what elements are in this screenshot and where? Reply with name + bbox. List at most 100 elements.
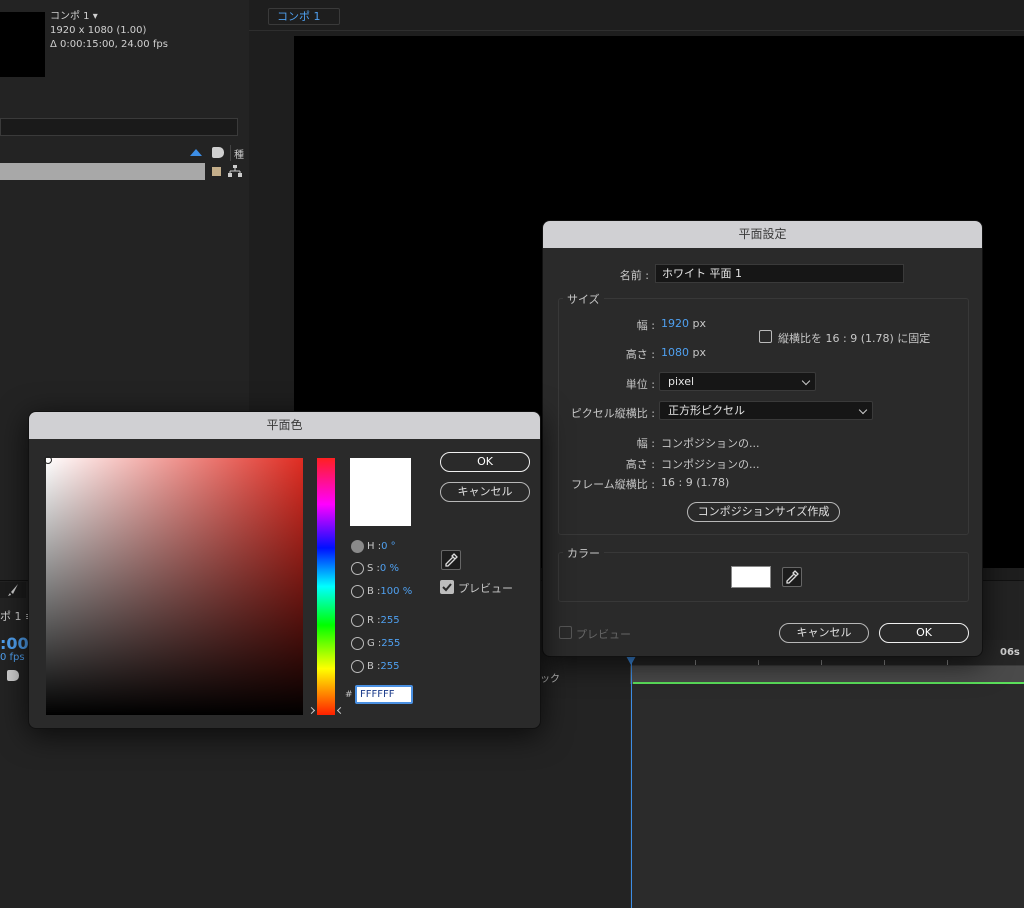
label-color-swatch[interactable]: [212, 167, 221, 176]
name-label: 名前 :: [619, 269, 649, 282]
sort-ascending-icon[interactable]: [190, 149, 202, 156]
comp-duration: Δ 0:00:15:00, 24.00 fps: [50, 39, 168, 50]
preview-label: プレビュー: [458, 582, 513, 595]
width-percent-value: コンポジションの...: [661, 437, 760, 450]
saturation-value[interactable]: 0 %: [380, 563, 399, 574]
eyedropper-button[interactable]: [782, 567, 802, 587]
solid-color-dialog: 平面色 H :0 ° S :0 % B :100 % R :255 G :255…: [28, 411, 541, 729]
cancel-button[interactable]: キャンセル: [440, 482, 530, 502]
preview-label: プレビュー: [576, 628, 631, 641]
eyedropper-icon: [786, 570, 799, 584]
label-tag-icon[interactable]: [212, 147, 224, 158]
hue-slider-left-arrow[interactable]: [307, 706, 316, 715]
hue-radio[interactable]: [351, 540, 364, 553]
brightness-value[interactable]: 100 %: [380, 586, 412, 597]
hex-input[interactable]: FFFFFF: [355, 685, 413, 704]
comp-info: コンポ 1 ▾ 1920 x 1080 (1.00) Δ 0:00:15:00,…: [50, 10, 168, 52]
brightness-label: B :: [367, 586, 381, 597]
pixel-aspect-label: ピクセル縦横比 :: [570, 407, 655, 420]
color-group-title: カラー: [563, 545, 604, 561]
red-radio[interactable]: [351, 614, 364, 627]
ruler-tick: [821, 660, 822, 665]
pixel-aspect-value: 正方形ピクセル: [668, 404, 745, 417]
hue-label: H :: [367, 541, 382, 552]
blue-field: B :255: [367, 661, 400, 672]
dialog-title: 平面色: [29, 412, 540, 439]
flowchart-icon[interactable]: [228, 165, 242, 177]
height-value[interactable]: 1080: [661, 346, 689, 359]
viewer-divider: [249, 30, 1024, 31]
height-percent-label: 高さ :: [625, 458, 655, 471]
timeline-toolbar: [0, 582, 26, 598]
project-search-input[interactable]: [0, 118, 238, 136]
width-unit: px: [692, 317, 707, 330]
red-field: R :255: [367, 615, 400, 626]
ok-button[interactable]: OK: [879, 623, 969, 643]
hue-slider-right-arrow[interactable]: [336, 706, 345, 715]
layer-track-area[interactable]: [630, 684, 1024, 908]
lock-aspect-label: 縦横比を 16 : 9 (1.78) に固定: [778, 332, 931, 345]
blue-label: B :: [367, 661, 381, 672]
solid-name-input[interactable]: ホワイト 平面 1: [655, 264, 904, 283]
size-group-title: サイズ: [563, 291, 604, 307]
units-select[interactable]: pixel: [659, 372, 816, 391]
ruler-tick: [695, 660, 696, 665]
ok-button[interactable]: OK: [440, 452, 530, 472]
red-label: R :: [367, 615, 381, 626]
height-label: 高さ :: [625, 348, 655, 361]
pixel-aspect-select[interactable]: 正方形ピクセル: [659, 401, 873, 420]
comp-name[interactable]: コンポ 1 ▾: [50, 10, 168, 24]
project-item-row-selected[interactable]: [0, 163, 205, 180]
brightness-field: B :100 %: [367, 586, 412, 597]
saturation-brightness-field[interactable]: [46, 458, 303, 715]
frame-aspect-value: 16 : 9 (1.78): [661, 476, 730, 489]
preview-checkbox[interactable]: [440, 580, 454, 594]
brightness-radio[interactable]: [351, 585, 364, 598]
height-unit: px: [692, 346, 707, 359]
comp-size: 1920 x 1080 (1.00): [50, 25, 147, 36]
saturation-label: S :: [367, 563, 380, 574]
green-field: G :255: [367, 638, 400, 649]
eyedropper-button[interactable]: [441, 550, 461, 570]
ruler-tick: [758, 660, 759, 665]
green-radio[interactable]: [351, 637, 364, 650]
green-value[interactable]: 255: [381, 638, 400, 649]
ruler-tick: [947, 660, 948, 665]
checkmark-icon: [442, 583, 452, 592]
eyedropper-icon: [445, 553, 458, 567]
make-comp-size-button[interactable]: コンポジションサイズ作成: [687, 502, 840, 522]
project-column-header: 種: [190, 145, 245, 161]
cancel-button[interactable]: キャンセル: [779, 623, 869, 643]
width-label: 幅 :: [636, 319, 655, 332]
blue-value[interactable]: 255: [380, 661, 399, 672]
height-percent-value: コンポジションの...: [661, 458, 760, 471]
color-field-cursor[interactable]: [44, 456, 52, 464]
brush-icon[interactable]: [6, 583, 20, 597]
label-tag-icon[interactable]: [7, 670, 19, 681]
units-select-value: pixel: [668, 375, 695, 388]
hue-value[interactable]: 0 °: [381, 541, 396, 552]
chevron-down-icon: [858, 405, 868, 415]
lock-aspect-checkbox[interactable]: [759, 330, 772, 343]
frame-rate-display: 0 fps: [0, 652, 25, 663]
hue-field: H :0 °: [367, 541, 396, 552]
red-value[interactable]: 255: [381, 615, 400, 626]
width-value[interactable]: 1920: [661, 317, 689, 330]
units-label: 単位 :: [625, 378, 655, 391]
new-color-preview: [350, 458, 411, 526]
current-time-display[interactable]: :00: [0, 634, 29, 653]
preview-checkbox[interactable]: [559, 626, 572, 639]
saturation-radio[interactable]: [351, 562, 364, 575]
color-swatch-button[interactable]: [731, 566, 771, 588]
green-label: G :: [367, 638, 382, 649]
type-column-label[interactable]: 種: [234, 146, 244, 161]
hue-slider[interactable]: [317, 458, 335, 715]
column-divider: [230, 145, 231, 161]
tab-comp-1[interactable]: コンポ 1: [268, 8, 340, 25]
blue-radio[interactable]: [351, 660, 364, 673]
timeline-column-label: ック: [540, 674, 560, 685]
playhead-line[interactable]: [631, 660, 632, 908]
hex-prefix: #: [345, 690, 353, 700]
chevron-down-icon: [801, 376, 811, 386]
saturation-field: S :0 %: [367, 563, 399, 574]
